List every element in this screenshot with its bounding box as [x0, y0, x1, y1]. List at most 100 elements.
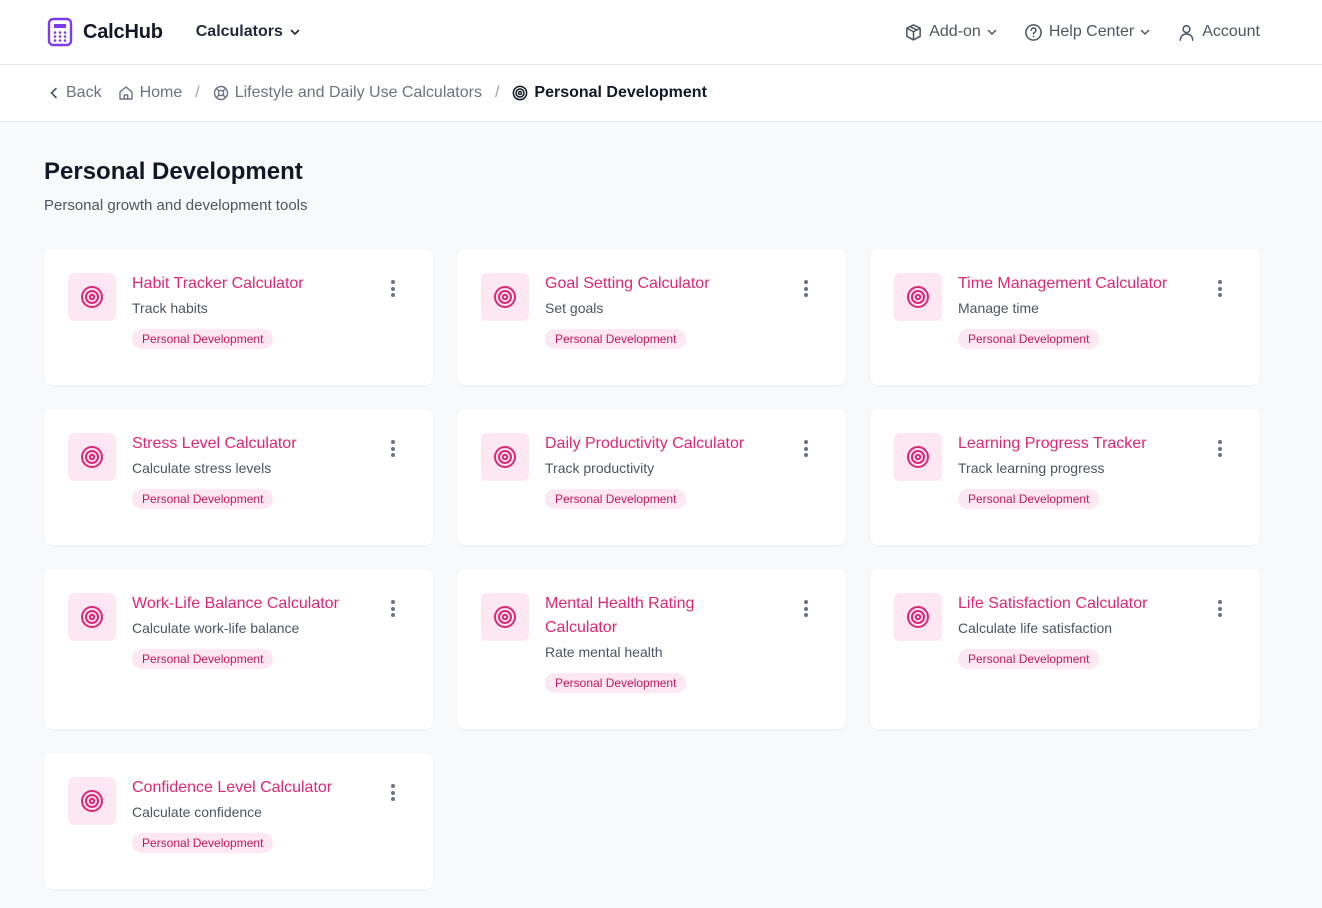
main-content: Personal Development Personal growth and… — [0, 122, 1322, 889]
card-icon-box — [894, 593, 942, 641]
more-options-icon[interactable] — [1216, 600, 1224, 620]
category-tag: Personal Development — [958, 649, 1100, 669]
top-header: CalcHub Calculators Add-on Help Center A… — [0, 0, 1322, 65]
category-tag: Personal Development — [132, 329, 274, 349]
target-icon — [513, 85, 528, 101]
calculator-card[interactable]: Mental Health Rating Calculator Rate men… — [457, 569, 846, 729]
account-menu[interactable]: Account — [1177, 23, 1260, 42]
card-icon-box — [481, 273, 529, 321]
card-body: Stress Level Calculator Calculate stress… — [132, 433, 337, 521]
calculator-grid: Habit Tracker Calculator Track habits Pe… — [44, 249, 1260, 889]
more-options-icon[interactable] — [1216, 440, 1224, 460]
breadcrumb-home-label: Home — [139, 84, 183, 101]
header-left: CalcHub Calculators — [47, 17, 301, 47]
target-icon — [907, 446, 929, 468]
category-tag: Personal Development — [545, 673, 687, 693]
more-options-icon[interactable] — [389, 784, 397, 804]
brand-logo[interactable]: CalcHub — [47, 17, 163, 47]
chevron-down-icon — [290, 29, 300, 35]
help-center-label: Help Center — [1048, 23, 1135, 40]
target-icon — [907, 606, 929, 628]
card-icon-box — [894, 273, 942, 321]
card-title[interactable]: Work-Life Balance Calculator — [132, 592, 339, 616]
card-icon-box — [894, 433, 942, 481]
back-label: Back — [66, 84, 102, 101]
more-options-icon[interactable] — [1216, 280, 1224, 300]
chevron-down-icon — [987, 29, 997, 35]
calculators-label: Calculators — [195, 23, 283, 40]
calculator-card[interactable]: Habit Tracker Calculator Track habits Pe… — [44, 249, 433, 385]
calculators-menu[interactable]: Calculators — [196, 23, 301, 41]
card-description: Track habits — [132, 300, 208, 316]
card-title[interactable]: Learning Progress Tracker — [958, 432, 1147, 456]
calculator-card[interactable]: Life Satisfaction Calculator Calculate l… — [870, 569, 1260, 729]
back-link[interactable]: Back — [48, 84, 102, 102]
card-title[interactable]: Mental Health Rating Calculator — [545, 592, 725, 640]
card-icon-box — [68, 273, 116, 321]
card-description: Set goals — [545, 300, 604, 316]
calculator-card[interactable]: Stress Level Calculator Calculate stress… — [44, 409, 433, 545]
calculator-icon — [47, 17, 73, 47]
target-icon — [81, 446, 103, 468]
calculator-card[interactable]: Time Management Calculator Manage time P… — [870, 249, 1260, 385]
breadcrumb-separator: / — [195, 84, 200, 101]
card-icon-box — [481, 433, 529, 481]
addon-menu[interactable]: Add-on — [904, 23, 998, 42]
card-body: Mental Health Rating Calculator Rate men… — [545, 593, 765, 705]
card-body: Habit Tracker Calculator Track habits Pe… — [132, 273, 344, 361]
more-options-icon[interactable] — [389, 600, 397, 620]
card-title[interactable]: Stress Level Calculator — [132, 432, 297, 456]
more-options-icon[interactable] — [389, 280, 397, 300]
more-options-icon[interactable] — [802, 280, 810, 300]
calculator-card[interactable]: Daily Productivity Calculator Track prod… — [457, 409, 846, 545]
calculator-card[interactable]: Learning Progress Tracker Track learning… — [870, 409, 1260, 545]
card-body: Time Management Calculator Manage time P… — [958, 273, 1207, 361]
calculator-card[interactable]: Confidence Level Calculator Calculate co… — [44, 753, 433, 889]
brand-name: CalcHub — [83, 20, 163, 43]
card-body: Confidence Level Calculator Calculate co… — [132, 777, 372, 865]
page-subtitle: Personal growth and development tools — [44, 197, 308, 214]
card-title[interactable]: Goal Setting Calculator — [545, 272, 710, 296]
card-description: Calculate stress levels — [132, 460, 272, 476]
card-icon-box — [68, 593, 116, 641]
card-title[interactable]: Daily Productivity Calculator — [545, 432, 744, 456]
target-icon — [494, 606, 516, 628]
chevron-left-icon — [50, 87, 57, 99]
card-title[interactable]: Habit Tracker Calculator — [132, 272, 304, 296]
category-tag: Personal Development — [132, 649, 274, 669]
card-description: Calculate work-life balance — [132, 620, 300, 636]
card-description: Track productivity — [545, 460, 655, 476]
target-icon — [81, 286, 103, 308]
calculator-card[interactable]: Goal Setting Calculator Set goals Person… — [457, 249, 846, 385]
more-options-icon[interactable] — [802, 600, 810, 620]
header-right: Add-on Help Center Account — [878, 23, 1260, 42]
calculator-card[interactable]: Work-Life Balance Calculator Calculate w… — [44, 569, 433, 729]
breadcrumb-category[interactable]: Lifestyle and Daily Use Calculators — [213, 84, 482, 102]
help-circle-icon — [1024, 23, 1042, 41]
target-icon — [81, 606, 103, 628]
breadcrumb-current: Personal Development — [512, 84, 707, 102]
category-tag: Personal Development — [132, 833, 274, 853]
target-icon — [494, 446, 516, 468]
user-icon — [1179, 24, 1194, 41]
card-title[interactable]: Confidence Level Calculator — [132, 776, 332, 800]
breadcrumb-current-label: Personal Development — [534, 84, 707, 101]
card-title[interactable]: Life Satisfaction Calculator — [958, 592, 1147, 616]
more-options-icon[interactable] — [389, 440, 397, 460]
account-label: Account — [1202, 23, 1260, 40]
category-tag: Personal Development — [545, 329, 687, 349]
category-tag: Personal Development — [132, 489, 274, 509]
card-icon-box — [68, 777, 116, 825]
category-tag: Personal Development — [958, 489, 1100, 509]
package-icon — [906, 23, 922, 41]
home-icon — [118, 86, 133, 100]
card-body: Goal Setting Calculator Set goals Person… — [545, 273, 750, 361]
card-description: Rate mental health — [545, 644, 663, 660]
breadcrumb-home[interactable]: Home — [118, 84, 183, 102]
target-icon — [907, 286, 929, 308]
more-options-icon[interactable] — [802, 440, 810, 460]
card-description: Track learning progress — [958, 460, 1105, 476]
card-title[interactable]: Time Management Calculator — [958, 272, 1167, 296]
help-center-menu[interactable]: Help Center — [1024, 23, 1151, 42]
target-icon — [494, 286, 516, 308]
